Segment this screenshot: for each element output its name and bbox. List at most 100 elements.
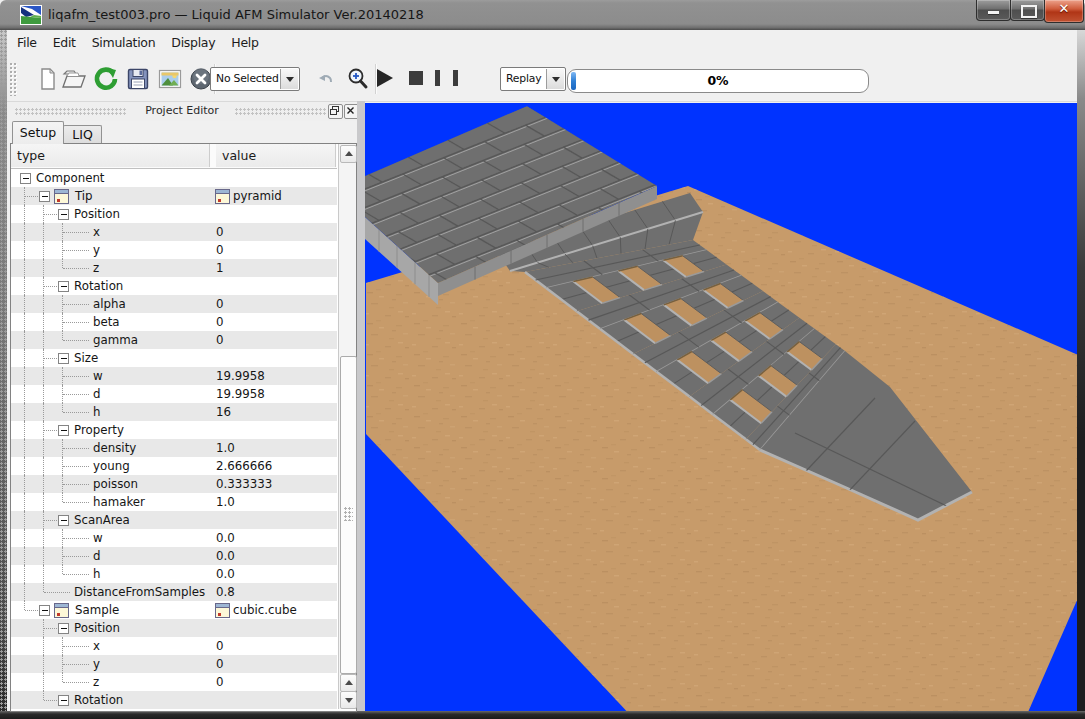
tree-guide — [63, 556, 89, 558]
float-icon — [329, 105, 340, 116]
collapse-icon[interactable] — [58, 695, 69, 706]
tree-row-poisson[interactable]: poisson0.333333 — [11, 475, 337, 493]
zoom-in-button[interactable] — [345, 66, 371, 92]
tree-label: Size — [74, 351, 98, 365]
tree-guide — [24, 583, 26, 601]
title-bar[interactable]: liqafm_test003.pro — Liquid AFM Simulato… — [0, 0, 1085, 30]
collapse-icon[interactable] — [58, 515, 69, 526]
save-button[interactable] — [125, 66, 151, 92]
menu-display[interactable]: Display — [163, 30, 223, 57]
tree-row-component[interactable]: Component — [11, 169, 337, 187]
tree-row-x[interactable]: x0 — [11, 637, 337, 655]
splitter[interactable] — [357, 101, 365, 711]
tree-row-alpha[interactable]: alpha0 — [11, 295, 337, 313]
maximize-button[interactable] — [1010, 0, 1045, 21]
tree-row-sample[interactable]: Samplecubic.cube — [11, 601, 337, 619]
menu-simulation[interactable]: Simulation — [84, 30, 164, 57]
tree-guide — [63, 232, 89, 234]
tree-row-y[interactable]: y0 — [11, 241, 337, 259]
replay-combo[interactable]: Replay — [500, 67, 566, 91]
toolbar-drag-handle[interactable] — [9, 62, 17, 96]
tree-row-size[interactable]: Size — [11, 349, 337, 367]
tree-row-z[interactable]: z1 — [11, 259, 337, 277]
tab-liq[interactable]: LIQ — [63, 125, 102, 144]
collapse-icon[interactable] — [39, 191, 50, 202]
scroll-down-button[interactable] — [340, 691, 357, 709]
selection-combo[interactable]: No Selected — [210, 67, 300, 91]
tree-guide — [24, 529, 26, 547]
collapse-icon[interactable] — [58, 425, 69, 436]
menu-file[interactable]: File — [9, 30, 45, 57]
tree-guide — [24, 331, 26, 349]
column-header-type[interactable]: type — [11, 144, 210, 167]
tree-row-young[interactable]: young2.666666 — [11, 457, 337, 475]
tree-row-y[interactable]: y0 — [11, 655, 337, 673]
tree-row-d[interactable]: d19.9958 — [11, 385, 337, 403]
tree-guide — [24, 259, 26, 277]
menu-edit[interactable]: Edit — [45, 30, 84, 57]
dock-float-button[interactable] — [328, 104, 343, 119]
tree-row-h[interactable]: h16 — [11, 403, 337, 421]
tree-row-z[interactable]: z0 — [11, 673, 337, 691]
tree-scrollbar[interactable] — [338, 144, 356, 709]
collapse-icon[interactable] — [58, 281, 69, 292]
tree-guide — [44, 286, 57, 288]
tree-guide — [63, 646, 89, 648]
tree-value: 19.9958 — [216, 369, 265, 383]
new-file-button[interactable] — [35, 66, 61, 92]
tree-label: density — [93, 441, 136, 455]
tree-row-w[interactable]: w0.0 — [11, 529, 337, 547]
collapse-icon[interactable] — [39, 605, 50, 616]
tree-row-hamaker[interactable]: hamaker1.0 — [11, 493, 337, 511]
chevron-down-icon[interactable] — [546, 69, 564, 89]
tree-guide — [63, 304, 89, 306]
tree-guide — [24, 241, 26, 259]
collapse-icon[interactable] — [58, 209, 69, 220]
collapse-icon[interactable] — [20, 173, 31, 184]
minimize-button[interactable] — [976, 0, 1011, 21]
tree-guide — [62, 673, 64, 682]
tree-row-x[interactable]: x0 — [11, 223, 337, 241]
tree-guide — [63, 250, 89, 252]
collapse-icon[interactable] — [58, 353, 69, 364]
tree-row-tip[interactable]: Tippyramid — [11, 187, 337, 205]
tree-row-position[interactable]: Position — [11, 619, 337, 637]
tree-guide — [63, 322, 89, 324]
tree-row-gamma[interactable]: gamma0 — [11, 331, 337, 349]
tree-row-distancefromsamples[interactable]: DistanceFromSamples0.8 — [11, 583, 337, 601]
dock-titlebar[interactable]: Project Editor — [7, 102, 357, 121]
toolbar: No Selected Replay 0% — [7, 57, 1077, 102]
tree-row-h[interactable]: h0.0 — [11, 565, 337, 583]
tree-row-w[interactable]: w19.9958 — [11, 367, 337, 385]
tree-row-density[interactable]: density1.0 — [11, 439, 337, 457]
tree-guide — [43, 313, 45, 331]
tree-row-rotation[interactable]: Rotation — [11, 691, 337, 709]
tab-setup[interactable]: Setup — [12, 121, 64, 144]
collapse-icon[interactable] — [58, 623, 69, 634]
open-project-button[interactable] — [61, 66, 87, 92]
zoom-in-icon — [345, 66, 371, 92]
play-button[interactable] — [377, 69, 393, 87]
menu-help[interactable]: Help — [223, 30, 266, 57]
chevron-down-icon[interactable] — [280, 69, 298, 89]
tree-row-scanarea[interactable]: ScanArea — [11, 511, 337, 529]
tree-row-rotation[interactable]: Rotation — [11, 277, 337, 295]
stop-button[interactable] — [409, 71, 423, 85]
viewport-3d[interactable] — [365, 103, 1077, 711]
reload-button[interactable] — [93, 66, 119, 92]
menu-bar: FileEditSimulationDisplayHelp — [7, 30, 1077, 57]
tree-row-beta[interactable]: beta0 — [11, 313, 337, 331]
tree-row-d[interactable]: d0.0 — [11, 547, 337, 565]
pause-button[interactable] — [435, 70, 458, 86]
undo-button[interactable] — [316, 70, 342, 96]
snapshot-button[interactable] — [157, 66, 183, 92]
close-button[interactable]: ✕ — [1044, 0, 1084, 23]
tree-row-position[interactable]: Position — [11, 205, 337, 223]
scroll-up-button[interactable] — [340, 145, 357, 163]
scroll-thumb[interactable] — [340, 356, 357, 674]
maximize-icon — [1021, 5, 1037, 18]
column-header-value[interactable]: value — [216, 144, 336, 167]
scroll-up-button2[interactable] — [340, 674, 357, 692]
tree-row-property[interactable]: Property — [11, 421, 337, 439]
tree-guide — [63, 376, 89, 378]
